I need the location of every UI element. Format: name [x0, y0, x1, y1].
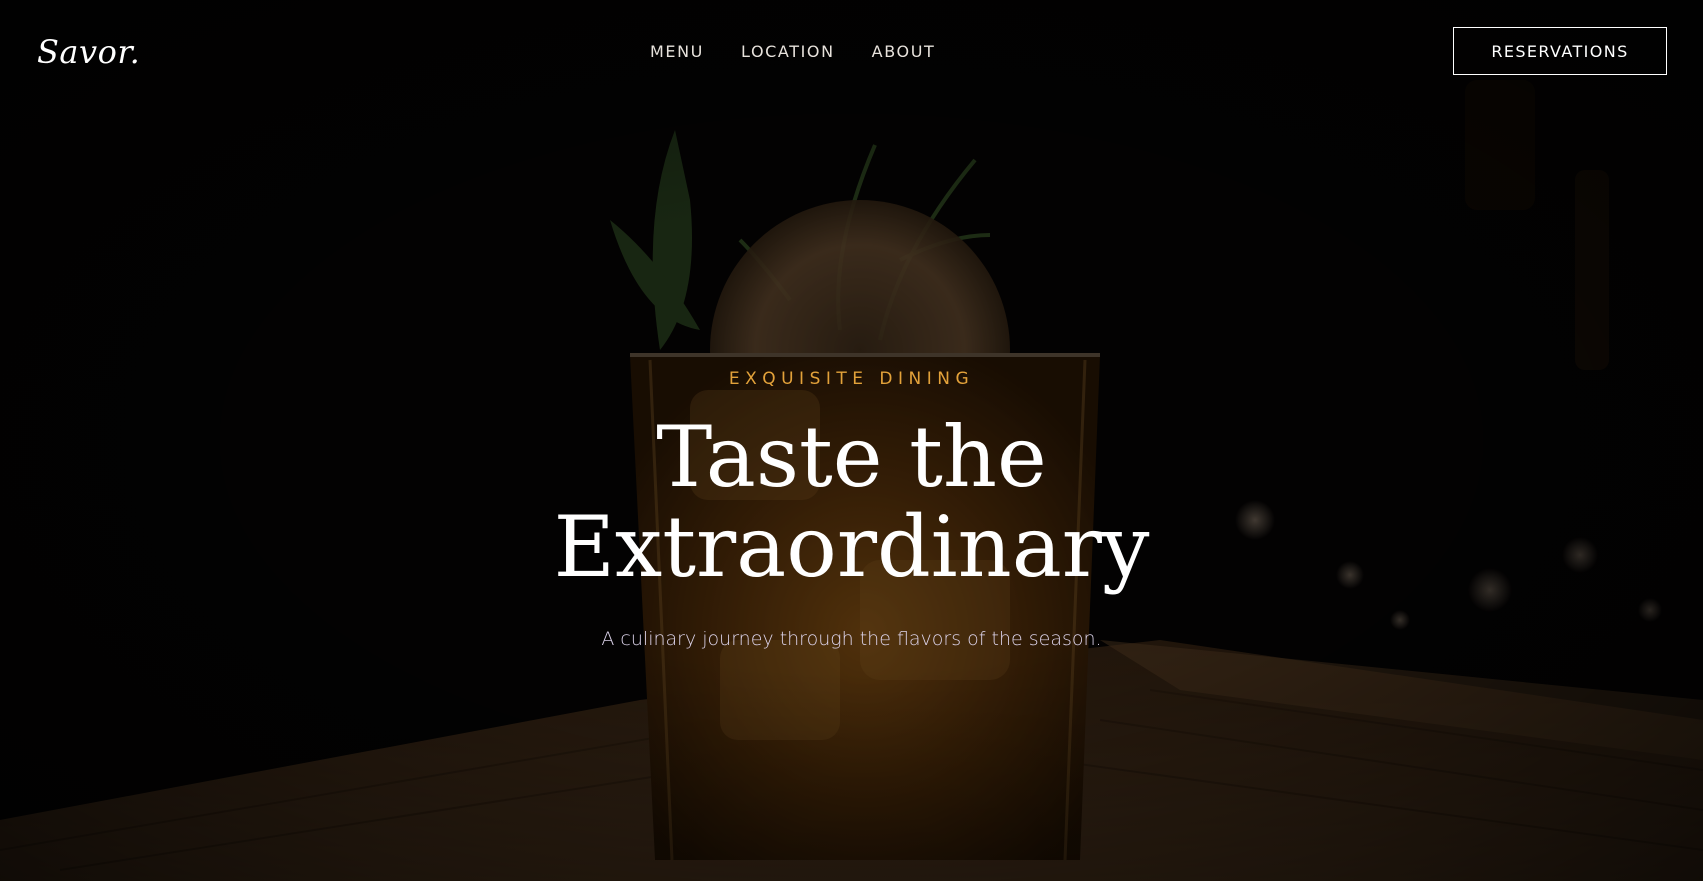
nav-link-location[interactable]: LOCATION: [741, 42, 835, 62]
main-nav: MENU LOCATION ABOUT: [650, 42, 935, 62]
nav-link-menu[interactable]: MENU: [650, 42, 704, 62]
hero-eyebrow: EXQUISITE DINING: [728, 369, 975, 389]
nav-link-about[interactable]: ABOUT: [872, 42, 936, 62]
hero-section: EXQUISITE DINING Taste the Extraordinary…: [0, 362, 1703, 652]
hero-headline-line2: Extraordinary: [553, 498, 1150, 596]
reservations-button[interactable]: RESERVATIONS: [1453, 27, 1667, 75]
landing-page: Savor. MENU LOCATION ABOUT RESERVATIONS …: [0, 0, 1703, 881]
brand-logo[interactable]: Savor.: [37, 30, 140, 74]
site-header: Savor. MENU LOCATION ABOUT RESERVATIONS: [0, 0, 1703, 104]
hero-subtitle: A culinary journey through the flavors o…: [601, 628, 1102, 650]
hero-headline: Taste the Extraordinary: [0, 412, 1703, 592]
hero-headline-line1: Taste the: [656, 408, 1047, 506]
